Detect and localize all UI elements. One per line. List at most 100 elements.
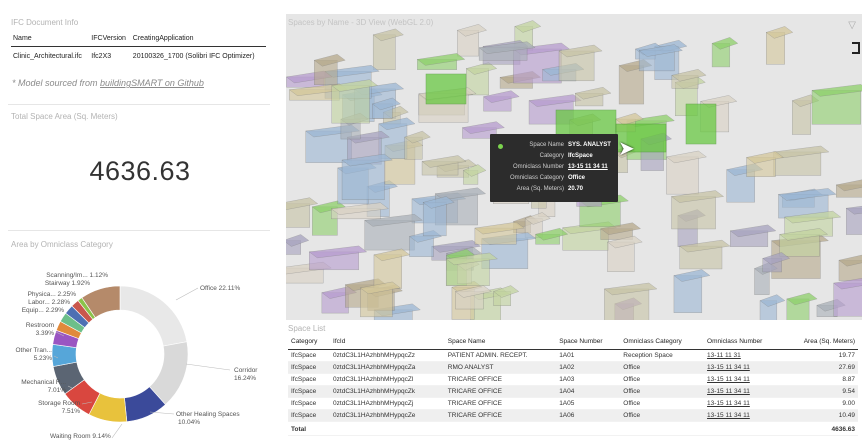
ifc-header-application[interactable]: CreatingApplication bbox=[130, 32, 266, 47]
cell-ifcid: 0ztdC3L1HAzhbhMHypqcZj bbox=[330, 397, 445, 410]
total-label: Total bbox=[288, 421, 331, 436]
model-source-prefix: * Model sourced from bbox=[12, 78, 101, 88]
ifc-header-version[interactable]: IFCVersion bbox=[89, 32, 131, 47]
table-row[interactable]: IfcSpace 0ztdC3L1HAzhbhMHypqcZk TRICARE … bbox=[288, 385, 858, 398]
tooltip-value: 20.70 bbox=[568, 186, 584, 192]
highlighted-space[interactable] bbox=[685, 103, 717, 145]
viewer-3d-title: Spaces by Name - 3D View (WebGL 2.0) bbox=[288, 18, 434, 27]
ifc-header-name[interactable]: Name bbox=[11, 32, 90, 47]
col-category[interactable]: Category bbox=[288, 335, 331, 350]
cell-space-name: PATIENT ADMIN. RECEPT. bbox=[444, 349, 557, 362]
table-row[interactable]: IfcSpace 0ztdC3L1HAzhbhMHypqcZe TRICARE … bbox=[288, 409, 858, 422]
col-area[interactable]: Area (Sq. Meters) bbox=[783, 335, 858, 350]
space-block[interactable] bbox=[604, 282, 658, 320]
cell-area: 9.00 bbox=[783, 397, 858, 410]
tooltip-key: Omniclass Number bbox=[512, 164, 564, 170]
total-value: 4636.63 bbox=[783, 421, 858, 436]
donut-label: 7.01% bbox=[48, 387, 67, 394]
tooltip-row: Space Name SYS. ANALYST bbox=[504, 142, 614, 152]
tooltip-value: 13-15 11 34 11 bbox=[568, 164, 608, 170]
cell-ifcid: 0ztdC3L1HAzhbhMHypqcZl bbox=[330, 373, 445, 386]
table-row[interactable]: IfcSpace 0ztdC3L1HAzhbhMHypqcZz PATIENT … bbox=[288, 349, 858, 362]
space-list-title: Space List bbox=[288, 324, 326, 333]
cell-omniclass-number[interactable]: 13-15 11 34 11 bbox=[704, 409, 784, 422]
cell-ifcid: 0ztdC3L1HAzhbhMHypqcZk bbox=[330, 385, 445, 398]
donut-label: 16.24% bbox=[234, 375, 256, 382]
table-row[interactable]: IfcSpace 0ztdC3L1HAzhbhMHypqcZl TRICARE … bbox=[288, 373, 858, 386]
cell-ifcid: 0ztdC3L1HAzhbhMHypqcZe bbox=[330, 409, 445, 422]
ifc-info-title: IFC Document Info bbox=[11, 18, 79, 27]
col-space-number[interactable]: Space Number bbox=[556, 335, 621, 350]
tooltip-key: Space Name bbox=[529, 142, 564, 148]
area-donut-chart[interactable]: Office 22.11% Corridor16.24% Other Healing… bbox=[0, 252, 280, 446]
donut-label: Waiting Room 9.14% bbox=[50, 433, 111, 440]
cell-category: IfcSpace bbox=[288, 397, 331, 410]
donut-label: Mechanical R... bbox=[21, 379, 66, 386]
ifc-file-name: Clinic_Architectural.ifc bbox=[13, 53, 82, 60]
donut-label: Physica... 2.25% bbox=[28, 291, 77, 298]
donut-label: Office 22.11% bbox=[200, 285, 240, 292]
donut-label: 5.23% bbox=[34, 355, 53, 362]
divider bbox=[8, 104, 270, 105]
donut-label: Other Tran... bbox=[16, 347, 53, 354]
cell-omniclass-number[interactable]: 13-15 11 34 11 bbox=[704, 373, 784, 386]
donut-label: Stairway 1.92% bbox=[45, 280, 90, 287]
tooltip-row: Area (Sq. Meters) 20.70 bbox=[504, 186, 614, 196]
ifc-info-table: Name IFCVersion CreatingApplication Clin… bbox=[11, 32, 266, 66]
col-omniclass-category[interactable]: Omniclass Category bbox=[620, 335, 705, 350]
space-block[interactable] bbox=[833, 277, 862, 317]
cell-area: 27.69 bbox=[783, 361, 858, 374]
cell-space-number: 1A05 bbox=[556, 397, 621, 410]
col-omniclass-number[interactable]: Omniclass Number bbox=[704, 335, 784, 350]
highlighted-space[interactable] bbox=[425, 73, 467, 105]
donut-label: Scanning/Im... 1.12% bbox=[46, 272, 108, 279]
cell-space-name: TRICARE OFFICE bbox=[444, 397, 557, 410]
cell-omniclass-category: Reception Space bbox=[620, 349, 705, 362]
model-source-note: * Model sourced from buildingSMART on Gi… bbox=[12, 78, 204, 88]
space-block[interactable] bbox=[671, 190, 724, 230]
cell-category: IfcSpace bbox=[288, 385, 331, 398]
cell-omniclass-category: Office bbox=[620, 373, 705, 386]
table-row[interactable]: IfcSpace 0ztdC3L1HAzhbhMHypqcZa RMO ANAL… bbox=[288, 361, 858, 374]
buildingsmart-link[interactable]: buildingSMART on Github bbox=[100, 78, 204, 88]
cell-category: IfcSpace bbox=[288, 409, 331, 422]
ifc-application: 20100326_1700 (Solibri IFC Optimizer) bbox=[132, 53, 255, 60]
fullscreen-icon[interactable] bbox=[852, 42, 860, 54]
tooltip-row: Omniclass Number 13-15 11 34 11 bbox=[504, 164, 614, 174]
space-tooltip: Space Name SYS. ANALYST Category IfcSpace … bbox=[490, 134, 618, 202]
cell-omniclass-number[interactable]: 13-15 11 34 11 bbox=[704, 361, 784, 374]
cell-space-number: 1A03 bbox=[556, 373, 621, 386]
cell-category: IfcSpace bbox=[288, 361, 331, 374]
cell-omniclass-number[interactable]: 13-15 11 34 11 bbox=[704, 397, 784, 410]
table-row[interactable]: IfcSpace 0ztdC3L1HAzhbhMHypqcZj TRICARE … bbox=[288, 397, 858, 410]
donut-label: 7.51% bbox=[62, 408, 81, 415]
donut-label: 10.04% bbox=[178, 419, 200, 426]
donut-label: 3.39% bbox=[36, 330, 55, 337]
cell-ifcid: 0ztdC3L1HAzhbhMHypqcZa bbox=[330, 361, 445, 374]
donut-leader-line bbox=[111, 423, 123, 439]
cell-omniclass-category: Office bbox=[620, 397, 705, 410]
total-empty bbox=[704, 421, 784, 436]
donut-label: Other Healing Spaces bbox=[176, 411, 240, 418]
table-total-row: Total 4636.63 bbox=[288, 421, 858, 436]
cell-space-number: 1A01 bbox=[556, 349, 621, 362]
cell-category: IfcSpace bbox=[288, 373, 331, 386]
col-ifcid[interactable]: IfcId bbox=[330, 335, 445, 350]
cell-area: 9.54 bbox=[783, 385, 858, 398]
space-block[interactable] bbox=[811, 84, 862, 125]
total-area-title: Total Space Area (Sq. Meters) bbox=[11, 112, 118, 121]
donut-label: Equip... 2.29% bbox=[22, 307, 64, 314]
donut-label: Labor... 2.28% bbox=[28, 299, 70, 306]
filter-icon[interactable]: ▽ bbox=[848, 20, 856, 31]
tooltip-key: Category bbox=[539, 153, 564, 159]
total-area-value: 4636.63 bbox=[89, 156, 191, 186]
cell-omniclass-number[interactable]: 13-11 11 31 bbox=[704, 349, 784, 362]
cell-space-name: TRICARE OFFICE bbox=[444, 373, 557, 386]
tooltip-key: Omniclass Category bbox=[509, 175, 564, 181]
cell-ifcid: 0ztdC3L1HAzhbhMHypqcZz bbox=[330, 349, 445, 362]
donut-slice[interactable] bbox=[119, 285, 188, 347]
col-space-name[interactable]: Space Name bbox=[444, 335, 557, 350]
area-chart-title: Area by Omniclass Category bbox=[11, 240, 113, 249]
cell-omniclass-number[interactable]: 13-15 11 34 11 bbox=[704, 385, 784, 398]
total-empty bbox=[330, 421, 445, 436]
